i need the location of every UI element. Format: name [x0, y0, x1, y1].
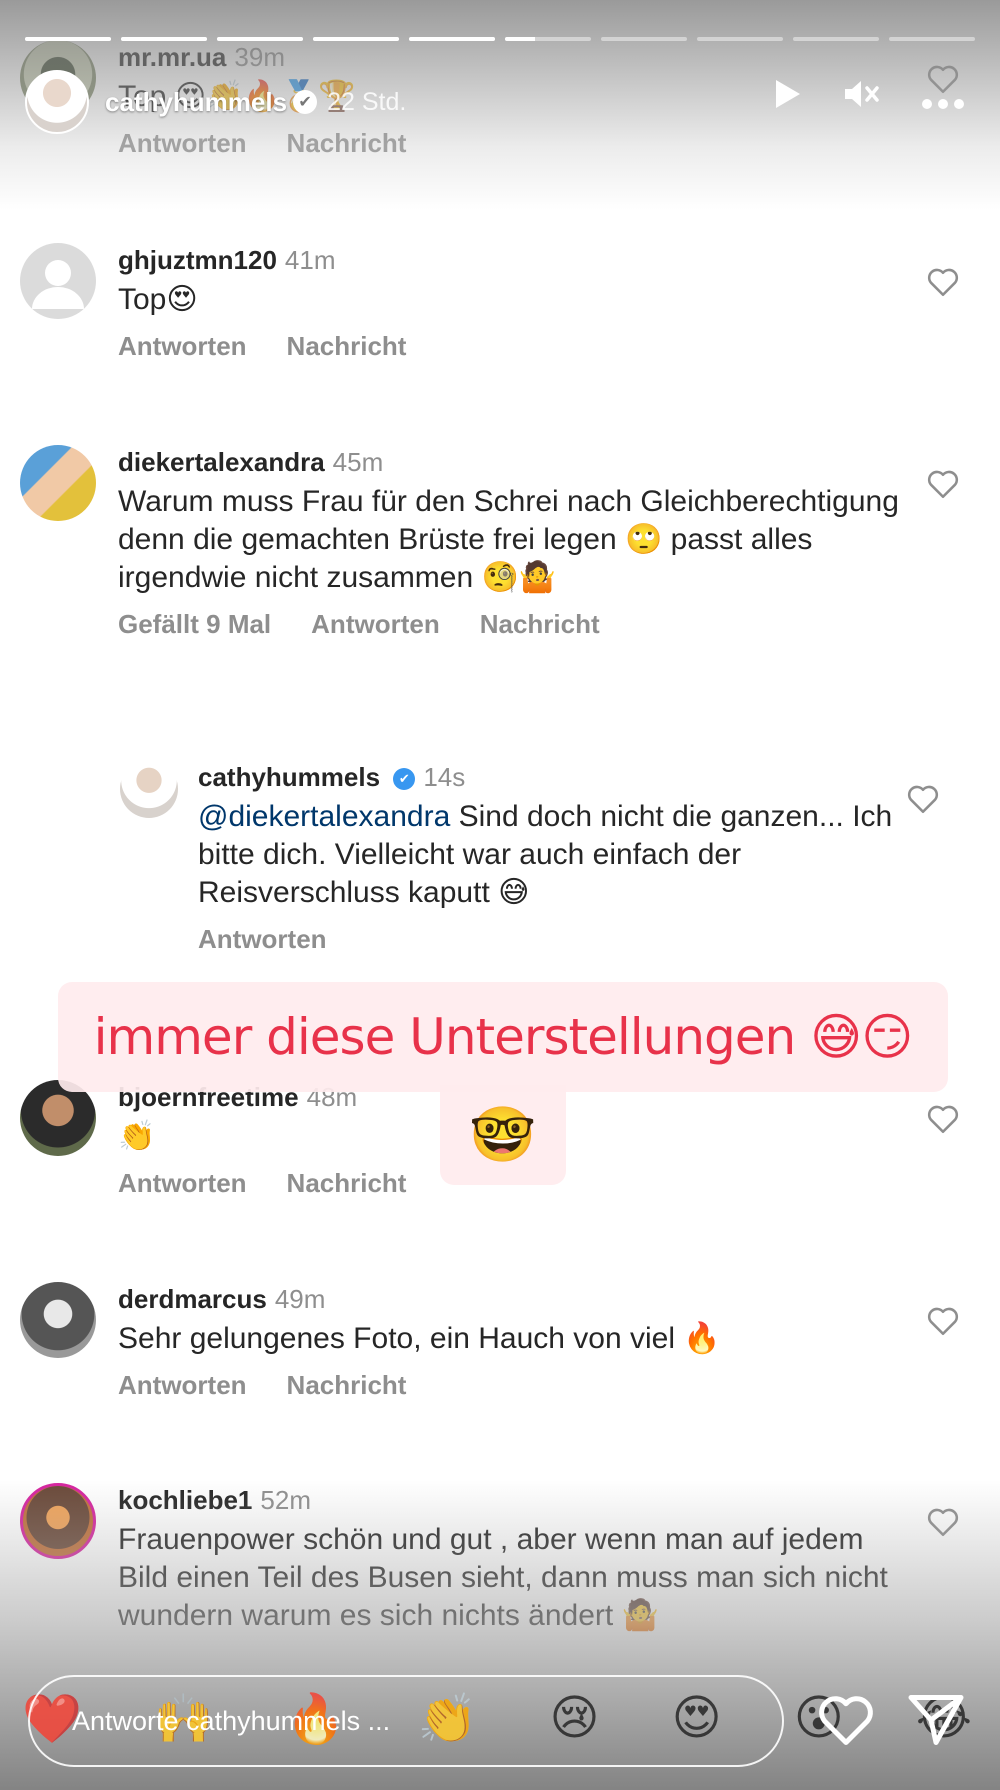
emoji-sticker: 🤓 — [440, 1085, 566, 1185]
comment-username[interactable]: ghjuztmn120 — [118, 245, 277, 275]
heart-icon[interactable] — [926, 265, 960, 299]
story-progress-bar — [25, 37, 975, 41]
comment-text: Frauenpower schön und gut , aber wenn ma… — [118, 1523, 897, 1632]
progress-segment — [409, 37, 495, 41]
reply-button[interactable]: Antworten — [118, 1370, 247, 1401]
comment-text: Warum muss Frau für den Schrei nach Glei… — [118, 485, 908, 594]
story-avatar[interactable] — [25, 70, 89, 134]
comment-time: 41m — [284, 245, 336, 275]
progress-fill — [505, 37, 536, 41]
heart-icon[interactable] — [926, 1505, 960, 1539]
avatar[interactable] — [20, 243, 96, 319]
reply-input[interactable]: Antworte cathyhummels ... — [28, 1675, 784, 1767]
heart-icon[interactable] — [906, 782, 940, 816]
comment-text: Top😍 — [118, 283, 198, 316]
avatar[interactable] — [120, 760, 178, 818]
reply-text: @diekertalexandra Sind doch nicht die ga… — [198, 800, 901, 909]
progress-fill — [409, 37, 495, 41]
heart-icon[interactable] — [926, 1304, 960, 1338]
message-button[interactable]: Nachricht — [287, 1370, 407, 1401]
reply-time: 14s — [423, 762, 466, 792]
message-button[interactable]: Nachricht — [287, 1168, 407, 1199]
heart-icon[interactable] — [926, 1102, 960, 1136]
reply-button[interactable]: Antworten — [311, 609, 440, 640]
progress-segment — [889, 37, 975, 41]
reply-username[interactable]: cathyhummels — [198, 762, 380, 792]
heart-icon[interactable] — [816, 1690, 876, 1750]
story-time: 22 Std. — [327, 87, 407, 116]
progress-fill — [313, 37, 399, 41]
progress-segment — [601, 37, 687, 41]
comment-time: 49m — [274, 1284, 326, 1314]
message-button[interactable]: Nachricht — [480, 609, 600, 640]
progress-fill — [25, 37, 111, 41]
comment-username[interactable]: diekertalexandra — [118, 447, 325, 477]
progress-segment — [697, 37, 783, 41]
progress-fill — [217, 37, 303, 41]
progress-segment — [505, 37, 591, 41]
message-button[interactable]: Nachricht — [287, 331, 407, 362]
comment-time: 52m — [260, 1485, 311, 1515]
comment-username[interactable]: kochliebe1 — [118, 1485, 252, 1515]
caption-text: immer diese Unterstellungen 😅😏 — [93, 1008, 914, 1066]
caption-sticker: immer diese Unterstellungen 😅😏 — [58, 982, 948, 1092]
avatar[interactable] — [20, 445, 96, 521]
progress-segment — [313, 37, 399, 41]
progress-segment — [121, 37, 207, 41]
progress-fill — [121, 37, 207, 41]
comment-username[interactable]: derdmarcus — [118, 1284, 267, 1314]
likes-count[interactable]: Gefällt 9 Mal — [118, 609, 271, 640]
play-icon[interactable] — [773, 78, 803, 119]
avatar[interactable] — [20, 1483, 96, 1559]
story-username[interactable]: cathyhummels — [105, 87, 287, 118]
comment-text: Sehr gelungenes Foto, ein Hauch von viel… — [118, 1322, 721, 1355]
avatar[interactable] — [20, 1282, 96, 1358]
more-icon[interactable] — [921, 79, 965, 119]
mute-icon[interactable] — [843, 78, 881, 119]
mention-link[interactable]: @diekertalexandra — [198, 800, 450, 833]
progress-segment — [217, 37, 303, 41]
comment-actions: Antworten Nachricht — [118, 331, 900, 362]
comment-actions: Antworten Nachricht — [118, 1370, 900, 1401]
comment-time: 45m — [332, 447, 384, 477]
send-icon[interactable] — [906, 1690, 966, 1750]
progress-segment — [793, 37, 879, 41]
reply-placeholder: Antworte cathyhummels ... — [72, 1705, 391, 1736]
reply-button[interactable]: Antworten — [118, 331, 247, 362]
progress-segment — [25, 37, 111, 41]
verified-icon: ✔ — [293, 90, 318, 114]
story-screen: cathyhummels ✔ 22 Std. mr.mr.ua 39m Top 😍… — [0, 0, 1000, 1790]
verified-icon: ✔ — [393, 768, 416, 791]
comment-actions: Gefällt 9 Mal Antworten Nachricht — [118, 609, 900, 640]
heart-icon[interactable] — [926, 467, 960, 501]
story-header: cathyhummels ✔ 22 Std. — [25, 62, 975, 142]
comment-actions: Antworten — [198, 924, 900, 955]
reply-button[interactable]: Antworten — [198, 924, 327, 955]
reply-button[interactable]: Antworten — [118, 1168, 247, 1199]
story-controls — [773, 78, 965, 119]
